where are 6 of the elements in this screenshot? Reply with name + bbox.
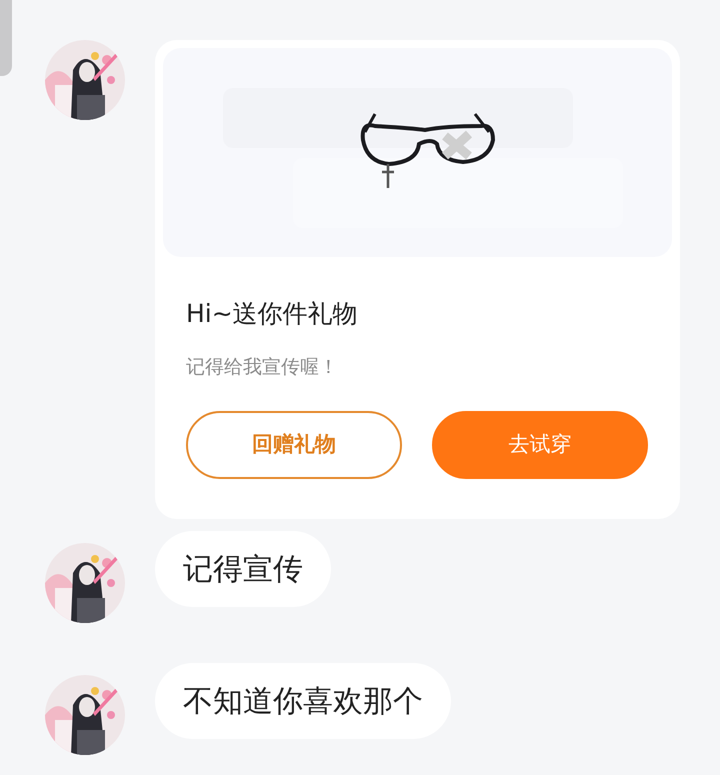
message-bubble: 记得宣传	[155, 531, 331, 607]
message-bubble: 不知道你喜欢那个	[155, 663, 451, 739]
card-subtitle: 记得给我宣传喔！	[186, 354, 339, 380]
gift-back-button[interactable]: 回赠礼物	[186, 411, 402, 479]
card-title: Hi~送你件礼物	[186, 298, 359, 330]
try-on-button[interactable]: 去试穿	[432, 411, 648, 479]
